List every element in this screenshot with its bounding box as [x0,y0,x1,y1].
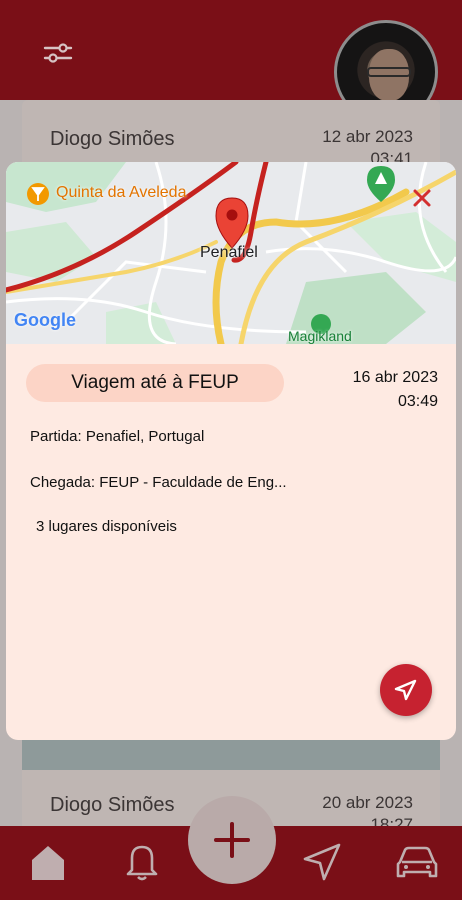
ride-card-driver: Diogo Simões [50,794,175,816]
close-button[interactable] [410,186,434,210]
trip-title: Viagem até à FEUP [26,364,284,402]
ride-card-date: 20 abr 2023 [322,793,413,812]
departure-label: Partida: [30,428,82,445]
ride-card-date: 12 abr 2023 [322,127,413,146]
map-label-park: Magikland [288,328,352,344]
sliders-icon [43,43,73,63]
navigation-icon [303,843,341,881]
map-attribution: Google [14,310,76,330]
add-icon [214,822,250,858]
route-map[interactable]: Quinta da Aveleda Penafiel Magikland Goo… [6,162,456,344]
avatar-glasses [367,67,411,77]
bell-icon [126,845,158,881]
seats-available: 3 lugares disponíveis [36,518,177,535]
nav-car[interactable] [394,842,440,887]
filter-button[interactable] [40,38,76,68]
departure-value: Penafiel, Portugal [85,428,205,445]
ride-card-driver: Diogo Simões [50,128,175,150]
map-label-city: Penafiel [200,244,258,261]
navigation-icon [394,679,417,701]
request-ride-button[interactable] [380,664,432,716]
nav-notifications[interactable] [124,842,160,887]
home-icon [32,846,64,880]
map-label-quinta: Quinta da Aveleda [56,184,187,201]
car-icon [396,846,438,878]
trip-datetime: 16 abr 2023 03:49 [306,366,438,414]
nav-home[interactable] [28,842,68,887]
arrival-label: Chegada: [30,474,96,491]
add-ride-button[interactable] [188,796,276,884]
ride-details-dialog: Quinta da Aveleda Penafiel Magikland Goo… [6,162,456,740]
arrival-value: FEUP - Faculdade de Eng... [99,474,287,491]
trip-date: 16 abr 2023 [352,369,438,386]
arrival-row: Chegada: FEUP - Faculdade de Eng... [30,474,287,491]
ride-card-map [22,740,440,770]
trip-time: 03:49 [397,393,438,410]
nav-rides[interactable] [302,842,342,887]
close-icon [413,189,431,207]
departure-row: Partida: Penafiel, Portugal [30,428,204,445]
